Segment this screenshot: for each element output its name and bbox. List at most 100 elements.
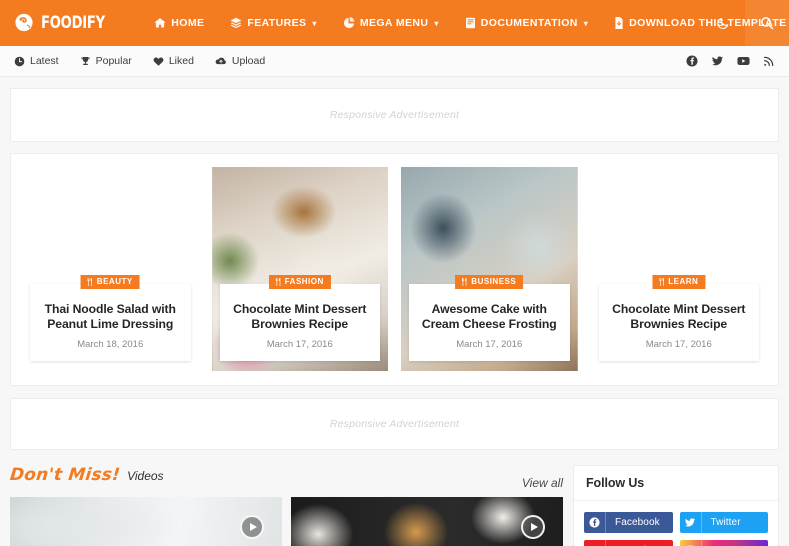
featured-card-date: March 17, 2016 (266, 339, 333, 350)
dark-mode-toggle[interactable] (701, 0, 745, 46)
secondary-nav-items: Latest Popular Liked Upload (14, 55, 286, 67)
page-content: Responsive Advertisement BEAUTY Thai Noo… (0, 88, 789, 546)
featured-card-badge[interactable]: LEARN (652, 274, 706, 289)
chevron-down-icon: ▾ (312, 18, 317, 28)
file-download-icon (614, 17, 624, 29)
featured-posts-panel: BEAUTY Thai Noodle Salad with Peanut Lim… (10, 153, 779, 386)
play-icon (249, 523, 257, 531)
follow-button-twitter-label: Twitter (710, 517, 741, 528)
twitter-icon (680, 512, 702, 533)
site-logo[interactable]: FOODIFY (14, 12, 115, 35)
featured-card-title[interactable]: Chocolate Mint Dessert Brownies Recipe (607, 302, 752, 333)
follow-button-youtube[interactable]: YouTube (584, 540, 673, 546)
instagram-icon (680, 540, 702, 546)
middle-advertisement: Responsive Advertisement (10, 398, 779, 450)
nav-item-documentation-label: DOCUMENTATION (480, 17, 578, 29)
featured-card-badge-label: LEARN (668, 276, 699, 286)
featured-card[interactable]: LEARN Chocolate Mint Dessert Brownies Re… (591, 167, 768, 371)
featured-card[interactable]: FASHION Chocolate Mint Dessert Brownies … (211, 167, 388, 371)
subnav-item-popular-label: Popular (95, 55, 132, 67)
featured-card-body: BUSINESS Awesome Cake with Cream Cheese … (409, 274, 570, 361)
nav-item-home[interactable]: HOME (141, 0, 217, 46)
chevron-down-icon: ▾ (434, 18, 439, 28)
featured-card[interactable]: BUSINESS Awesome Cake with Cream Cheese … (401, 167, 578, 371)
featured-card-badge[interactable]: BEAUTY (80, 274, 140, 289)
nav-item-documentation[interactable]: DOCUMENTATION ▾ (452, 0, 601, 46)
subnav-item-upload-label: Upload (231, 55, 266, 67)
layers-icon (230, 17, 242, 29)
video-thumbnail[interactable] (10, 497, 282, 546)
utensils-icon (87, 277, 94, 286)
subnav-item-upload[interactable]: Upload (215, 55, 286, 67)
featured-card-title[interactable]: Thai Noodle Salad with Peanut Lime Dress… (38, 302, 183, 333)
nav-item-features[interactable]: FEATURES ▾ (217, 0, 329, 46)
youtube-icon[interactable] (737, 55, 750, 67)
follow-button-instagram[interactable]: Instagram (679, 540, 768, 546)
book-icon (465, 17, 476, 29)
facebook-icon[interactable] (686, 55, 698, 67)
view-all-link[interactable]: View all (522, 476, 563, 490)
follow-button-twitter[interactable]: Twitter (679, 512, 768, 533)
pie-chart-icon (343, 17, 355, 29)
subnav-social-links (686, 55, 775, 67)
subnav-item-popular[interactable]: Popular (80, 55, 153, 67)
utensils-icon (461, 277, 468, 286)
site-brand-name: FOODIFY (41, 13, 105, 33)
featured-card-badge[interactable]: FASHION (268, 274, 331, 289)
search-icon (760, 16, 774, 30)
primary-nav-items: HOME FEATURES ▾ MEGA MENU ▾ DOCUMENTATIO… (141, 0, 789, 46)
featured-card-title[interactable]: Awesome Cake with Cream Cheese Frosting (417, 302, 562, 333)
featured-card-date: March 18, 2016 (77, 339, 144, 350)
nav-item-mega-menu-label: MEGA MENU (359, 17, 429, 29)
featured-card-date: March 17, 2016 (456, 339, 523, 350)
youtube-icon (584, 540, 606, 546)
home-icon (154, 17, 166, 29)
featured-card-body: FASHION Chocolate Mint Dessert Brownies … (219, 274, 380, 361)
subnav-item-latest[interactable]: Latest (14, 55, 80, 67)
top-advertisement-label: Responsive Advertisement (329, 109, 460, 121)
nav-item-mega-menu[interactable]: MEGA MENU ▾ (330, 0, 452, 46)
featured-card-badge-label: BUSINESS (471, 276, 517, 286)
video-thumbnail-list (10, 497, 563, 546)
featured-card-title[interactable]: Chocolate Mint Dessert Brownies Recipe (228, 302, 373, 333)
foodify-logo-icon (14, 12, 37, 35)
clock-icon (14, 56, 25, 67)
dont-miss-section: Don't Miss! Videos View all (8, 465, 563, 546)
utensils-icon (658, 277, 665, 286)
play-icon (530, 523, 538, 531)
dont-miss-brush-title: Don't Miss! (8, 465, 122, 485)
play-button[interactable] (521, 515, 545, 539)
follow-us-widget-header: Follow Us (574, 466, 778, 501)
dont-miss-header: Don't Miss! Videos View all (8, 465, 563, 491)
twitter-icon[interactable] (711, 55, 724, 67)
navbar-right-actions (701, 0, 789, 46)
heart-icon (153, 56, 164, 67)
top-advertisement: Responsive Advertisement (10, 88, 779, 142)
featured-card[interactable]: BEAUTY Thai Noodle Salad with Peanut Lim… (22, 167, 199, 371)
follow-us-widget: Follow Us Facebook Twitter (573, 465, 779, 546)
cloud-upload-icon (215, 56, 227, 67)
subnav-item-liked[interactable]: Liked (153, 55, 215, 67)
middle-advertisement-label: Responsive Advertisement (329, 418, 460, 430)
featured-card-badge-label: FASHION (284, 276, 324, 286)
trophy-icon (80, 56, 91, 67)
facebook-icon (584, 512, 606, 533)
subnav-item-liked-label: Liked (168, 55, 194, 67)
moon-icon (716, 16, 730, 30)
follow-button-facebook-label: Facebook (615, 517, 660, 528)
play-button[interactable] (240, 515, 264, 539)
follow-us-buttons: Facebook Twitter YouTube (574, 501, 778, 546)
follow-button-facebook[interactable]: Facebook (584, 512, 673, 533)
rss-icon[interactable] (763, 55, 775, 67)
video-thumbnail[interactable] (291, 497, 563, 546)
follow-us-title: Follow Us (586, 476, 645, 490)
featured-card-badge[interactable]: BUSINESS (455, 274, 524, 289)
featured-card-body: LEARN Chocolate Mint Dessert Brownies Re… (598, 274, 759, 361)
search-button[interactable] (745, 0, 789, 46)
dont-miss-subtitle: Videos (127, 469, 164, 483)
utensils-icon (275, 277, 282, 286)
featured-card-body: BEAUTY Thai Noodle Salad with Peanut Lim… (30, 274, 191, 361)
featured-card-badge-label: BEAUTY (96, 276, 133, 286)
chevron-down-icon: ▾ (583, 18, 589, 28)
sidebar: Follow Us Facebook Twitter (573, 465, 779, 546)
